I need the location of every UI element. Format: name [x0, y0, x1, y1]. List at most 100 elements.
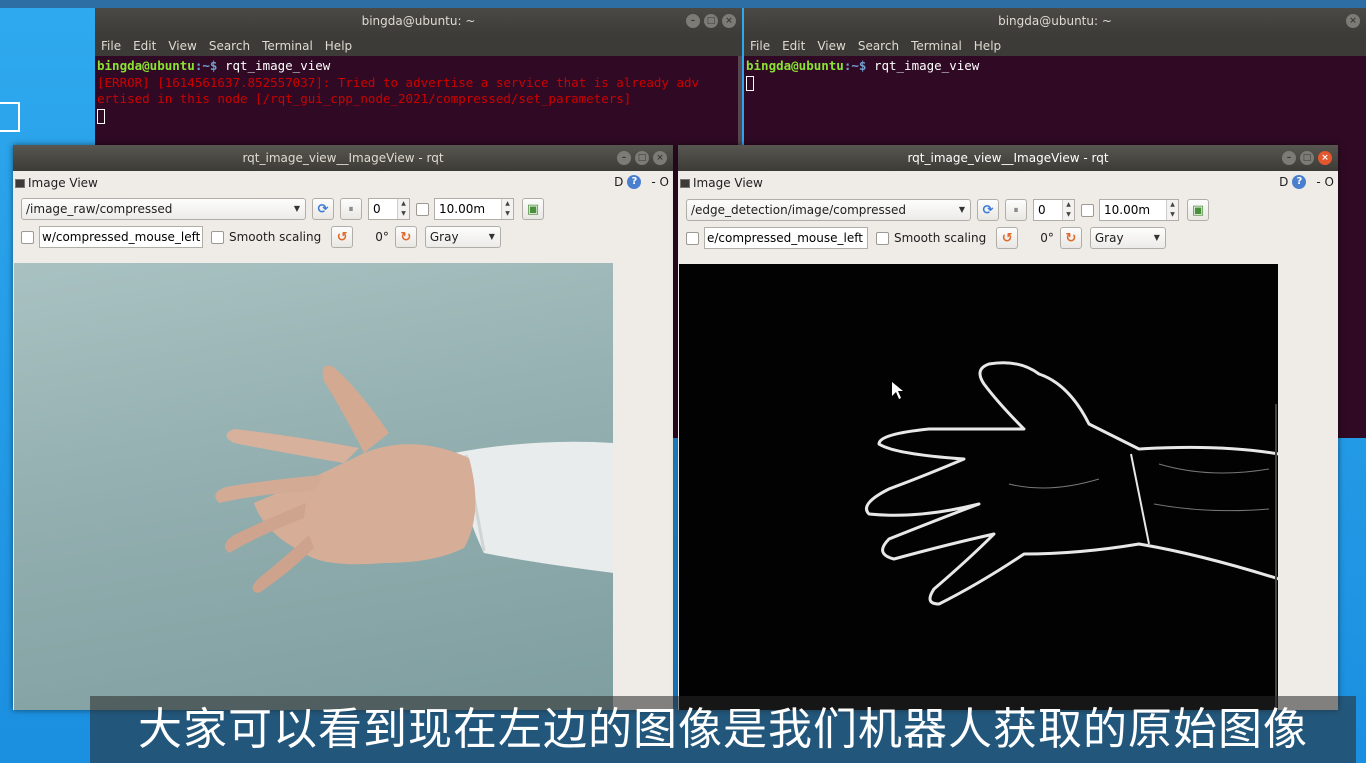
smooth-scaling-label: Smooth scaling: [229, 230, 322, 244]
maximize-icon[interactable]: □: [635, 151, 649, 165]
mouse-publish-checkbox[interactable]: [21, 230, 34, 244]
chevron-down-icon: ▼: [293, 204, 300, 213]
menu-search[interactable]: Search: [209, 39, 250, 53]
spin-value: 0: [1038, 203, 1046, 217]
zoom-spinbox[interactable]: 0 ▲ ▼: [368, 198, 410, 220]
desktop-top-bar: [0, 0, 1366, 8]
save-image-icon[interactable]: ▣: [1187, 199, 1209, 221]
command-text: rqt_image_view: [866, 58, 980, 73]
color-mode-select[interactable]: Gray ▼: [1089, 227, 1166, 249]
rotate-left-icon[interactable]: ↺: [996, 227, 1019, 249]
rotate-left-icon[interactable]: ↺: [331, 226, 354, 248]
rate-checkbox[interactable]: [416, 202, 429, 216]
spin-value: 0: [373, 202, 381, 216]
menu-edit[interactable]: Edit: [133, 39, 156, 53]
terminal-command-line: bingda@ubuntu:~$ rqt_image_view: [746, 58, 1364, 75]
minimize-icon[interactable]: –: [1282, 151, 1296, 165]
image-view-icon: [680, 178, 690, 188]
terminal-command-line: bingda@ubuntu:~$ rqt_image_view: [97, 58, 740, 75]
smooth-scaling-label: Smooth scaling: [894, 231, 987, 245]
topic-select[interactable]: /image_raw/compressed ▼: [21, 198, 306, 220]
close-icon[interactable]: ×: [1318, 151, 1332, 165]
rqt-titlebar[interactable]: rqt_image_view__ImageView - rqt – □ ×: [13, 145, 673, 171]
desktop-icon[interactable]: [0, 102, 20, 132]
terminal-titlebar[interactable]: bingda@ubuntu: ~ ×: [744, 8, 1366, 36]
mouse-cursor-icon: [892, 382, 903, 399]
rotation-label: 0°: [375, 230, 389, 244]
maximize-icon[interactable]: □: [1300, 151, 1314, 165]
smooth-scaling-checkbox[interactable]: [211, 230, 224, 244]
close-icon[interactable]: ×: [722, 14, 736, 28]
rate-spinbox[interactable]: 10.00m ▲ ▼: [1099, 199, 1179, 221]
terminal-cursor: [746, 75, 754, 91]
spin-arrows-icon[interactable]: ▲ ▼: [397, 199, 409, 219]
menu-edit[interactable]: Edit: [782, 39, 805, 53]
rqt-titlebar[interactable]: rqt_image_view__ImageView - rqt – □ ×: [678, 145, 1338, 171]
spin-arrows-icon[interactable]: ▲ ▼: [1062, 200, 1074, 220]
terminal-menubar: File Edit View Search Terminal Help: [95, 36, 742, 56]
dock-button[interactable]: D: [614, 175, 623, 189]
smooth-scaling-checkbox[interactable]: [876, 231, 889, 245]
menu-file[interactable]: File: [101, 39, 121, 53]
dock-button[interactable]: D: [1279, 175, 1288, 189]
hand-edge-outline: [865, 361, 1278, 710]
options-toolbar: w/compressed_mouse_left Smooth scaling ↺…: [21, 226, 501, 248]
menu-view[interactable]: View: [817, 39, 845, 53]
help-icon[interactable]: ?: [627, 175, 642, 189]
color-mode-value: Gray: [1094, 231, 1124, 245]
pause-icon[interactable]: ⏸: [340, 198, 362, 220]
menu-terminal[interactable]: Terminal: [911, 39, 962, 53]
refresh-icon[interactable]: ⟳: [977, 199, 999, 221]
plugin-window-controls[interactable]: - O: [1316, 175, 1334, 189]
spin-arrows-icon[interactable]: ▲ ▼: [501, 199, 513, 219]
maximize-icon[interactable]: □: [704, 14, 718, 28]
close-icon[interactable]: ×: [653, 151, 667, 165]
zoom-spinbox[interactable]: 0 ▲ ▼: [1033, 199, 1075, 221]
terminal-output[interactable]: bingda@ubuntu:~$ rqt_image_view: [744, 56, 1366, 93]
minimize-icon[interactable]: –: [686, 14, 700, 28]
terminal-title: bingda@ubuntu: ~: [361, 14, 476, 28]
prompt-user: bingda@ubuntu: [746, 58, 844, 73]
color-mode-select[interactable]: Gray ▼: [424, 226, 501, 248]
terminal-output[interactable]: bingda@ubuntu:~$ rqt_image_view [ERROR] …: [95, 56, 742, 126]
minimize-icon[interactable]: –: [617, 151, 631, 165]
prompt-path: :~$: [194, 58, 218, 73]
close-icon[interactable]: ×: [1346, 14, 1360, 28]
mouse-topic-input[interactable]: w/compressed_mouse_left: [39, 226, 203, 248]
menu-view[interactable]: View: [168, 39, 196, 53]
rqt-window-left[interactable]: rqt_image_view__ImageView - rqt – □ × Im…: [13, 145, 673, 710]
rotate-right-icon[interactable]: ↻: [1059, 227, 1082, 249]
rotation-label: 0°: [1040, 231, 1054, 245]
help-icon[interactable]: ?: [1292, 175, 1307, 189]
raw-camera-image[interactable]: [14, 263, 613, 710]
chevron-down-icon: ▼: [488, 232, 495, 241]
mouse-topic-input[interactable]: e/compressed_mouse_left: [704, 227, 868, 249]
rate-spinbox[interactable]: 10.00m ▲ ▼: [434, 198, 514, 220]
mouse-publish-checkbox[interactable]: [686, 231, 699, 245]
plugin-window-controls[interactable]: - O: [651, 175, 669, 189]
terminal-titlebar[interactable]: bingda@ubuntu: ~ – □ ×: [95, 8, 742, 36]
menu-terminal[interactable]: Terminal: [262, 39, 313, 53]
menu-file[interactable]: File: [750, 39, 770, 53]
edge-detection-image[interactable]: [679, 264, 1278, 710]
refresh-icon[interactable]: ⟳: [312, 198, 334, 220]
spin-arrows-icon[interactable]: ▲ ▼: [1166, 200, 1178, 220]
rotate-right-icon[interactable]: ↻: [394, 226, 417, 248]
rqt-title: rqt_image_view__ImageView - rqt: [907, 151, 1109, 165]
menu-search[interactable]: Search: [858, 39, 899, 53]
topic-value: /edge_detection/image/compressed: [691, 203, 906, 217]
save-image-icon[interactable]: ▣: [522, 198, 544, 220]
mouse-topic-value: e/compressed_mouse_left: [707, 231, 863, 245]
chevron-down-icon: ▼: [958, 205, 965, 214]
pause-icon[interactable]: ⏸: [1005, 199, 1027, 221]
topic-toolbar: /edge_detection/image/compressed ▼ ⟳ ⏸ 0…: [686, 199, 1209, 221]
menu-help[interactable]: Help: [974, 39, 1001, 53]
options-toolbar: e/compressed_mouse_left Smooth scaling ↺…: [686, 227, 1166, 249]
topic-select[interactable]: /edge_detection/image/compressed ▼: [686, 199, 971, 221]
plugin-label: Image View: [28, 176, 98, 190]
topic-value: /image_raw/compressed: [26, 202, 173, 216]
rqt-window-right[interactable]: rqt_image_view__ImageView - rqt – □ × Im…: [678, 145, 1338, 710]
error-line: ertised in this node [/rqt_gui_cpp_node_…: [97, 91, 632, 106]
menu-help[interactable]: Help: [325, 39, 352, 53]
rate-checkbox[interactable]: [1081, 203, 1094, 217]
